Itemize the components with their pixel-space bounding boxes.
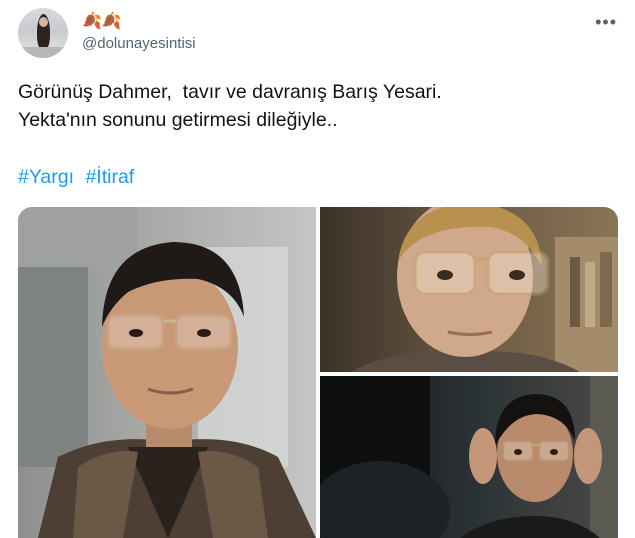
tweet-text-line-1: Görünüş Dahmer, tavır ve davranış Barış …	[18, 81, 442, 103]
photo-3-illustration	[320, 376, 618, 538]
media-grid	[18, 207, 618, 538]
media-photo-2[interactable]	[320, 207, 618, 372]
hashtag-link-itiraf[interactable]: #İtiraf	[85, 166, 134, 188]
hashtag-link-yargi[interactable]: #Yargı	[18, 166, 74, 188]
avatar-face	[39, 17, 48, 27]
user-handle[interactable]: @dolunayesintisi	[82, 35, 196, 52]
tweet-text: Görünüş Dahmer, tavır ve davranış Barış …	[18, 78, 618, 134]
avatar-ground	[18, 47, 68, 58]
media-photo-1[interactable]	[18, 207, 316, 538]
tweet-header: 🍂🍂 @dolunayesintisi •••	[18, 8, 623, 60]
more-options-icon[interactable]: •••	[595, 12, 617, 33]
avatar[interactable]	[18, 8, 68, 58]
tweet-text-line-2: Yekta'nın sonunu getirmesi dileğiyle..	[18, 109, 338, 131]
photo-2-illustration	[350, 207, 618, 372]
display-name[interactable]: 🍂🍂	[82, 11, 122, 31]
photo-1-illustration	[18, 207, 316, 538]
hashtags: #Yargı #İtiraf	[18, 166, 140, 189]
media-photo-3[interactable]	[320, 376, 618, 538]
